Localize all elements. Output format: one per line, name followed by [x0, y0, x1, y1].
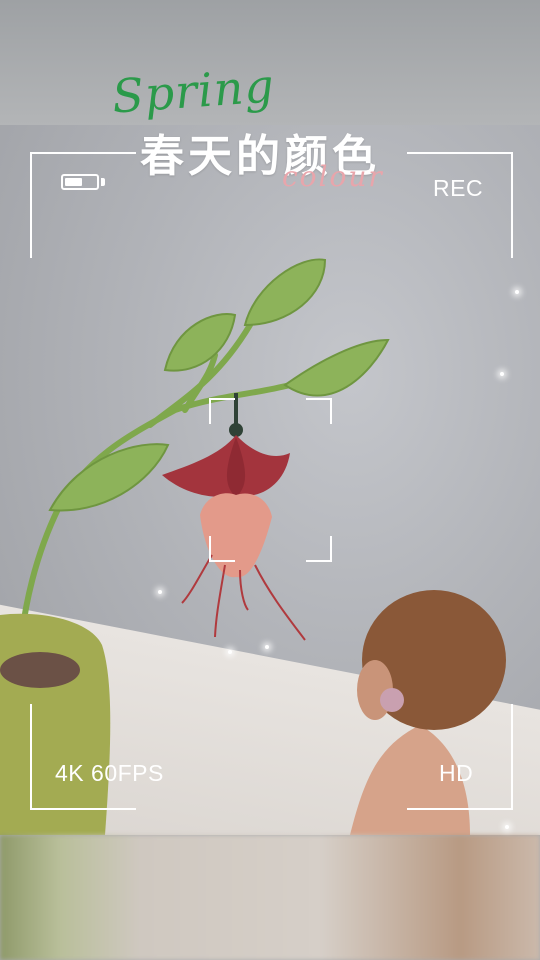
focus-bracket-bottom-left: [209, 536, 235, 562]
leaf: [283, 338, 390, 397]
viewfinder-corner-top-right: [407, 152, 513, 258]
resolution-label: 4K 60FPS: [55, 760, 164, 786]
sparkle: [265, 645, 269, 649]
title-block: Spring 春天的颜色 colour: [0, 30, 540, 193]
viewfinder-corner-top-left: [30, 152, 136, 258]
sparkle: [515, 290, 519, 294]
battery-level: [65, 178, 82, 186]
flower-bud: [229, 423, 243, 437]
focus-bracket-bottom-right: [306, 536, 332, 562]
rec-indicator: REC: [433, 175, 484, 201]
spring-title: Spring: [110, 58, 277, 124]
quality-label: HD: [439, 760, 474, 786]
battery-tip: [101, 178, 105, 186]
bottom-blur-strip: [0, 835, 540, 960]
colour-subtitle: colour: [282, 160, 384, 193]
focus-bracket-top-right: [306, 398, 332, 424]
sparkle: [228, 650, 232, 654]
hair-flower: [380, 688, 404, 712]
viewfinder-corner-bottom-left: [30, 704, 136, 810]
viewfinder-corner-bottom-right: [407, 704, 513, 810]
sepal: [162, 435, 236, 497]
leaf: [243, 258, 327, 327]
pot-stones: [0, 652, 80, 688]
battery-icon: [61, 174, 99, 190]
sparkle: [500, 372, 504, 376]
sparkle: [158, 590, 162, 594]
focus-bracket-top-left: [209, 398, 235, 424]
sparkle: [505, 825, 509, 829]
